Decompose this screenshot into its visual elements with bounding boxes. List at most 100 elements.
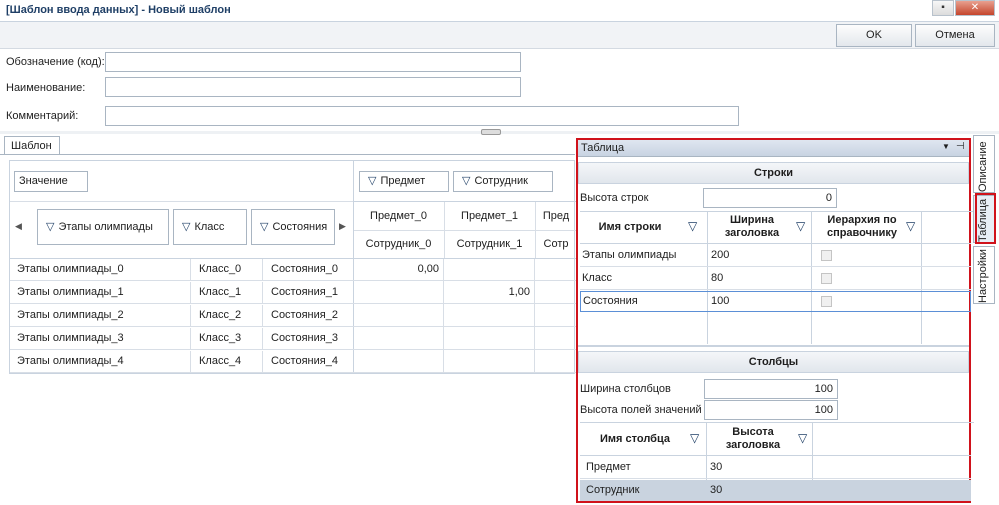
table-row[interactable]: Этапы олимпиады_0 Класс_0 Состояния_0 0,… xyxy=(10,259,576,281)
row-state: Состояния_2 xyxy=(262,305,354,327)
row-name: Этапы олимпиады xyxy=(582,249,677,261)
col-header: Сотр xyxy=(535,231,576,258)
row-height-input[interactable]: 0 xyxy=(703,188,837,208)
hierarchy-checkbox[interactable] xyxy=(821,296,832,307)
filter-icon[interactable]: ▽ xyxy=(688,219,697,233)
table-row[interactable]: Этапы олимпиады_3 Класс_3 Состояния_3 xyxy=(10,328,576,350)
divider xyxy=(443,259,444,373)
filter-icon[interactable]: ▽ xyxy=(906,219,915,233)
col-header: Имя строки xyxy=(598,221,662,233)
value-height-input[interactable]: 100 xyxy=(704,400,838,420)
filter-employee[interactable]: ▽ Сотрудник xyxy=(453,171,553,192)
table-row[interactable]: Класс 80 xyxy=(580,268,971,290)
filter-class[interactable]: ▽ Класс xyxy=(173,209,247,245)
cols-table: Имя столбца ▽ Высота заголовка ▽ Предмет… xyxy=(580,422,974,502)
row-state: Состояния_1 xyxy=(262,282,354,304)
row-stage: Этапы олимпиады_4 xyxy=(17,355,124,367)
filter-icon[interactable]: ▽ xyxy=(798,431,807,445)
table-row[interactable]: Предмет 30 xyxy=(580,457,971,479)
filter-icon[interactable]: ▽ xyxy=(690,431,699,445)
col-header: Высота заголовка xyxy=(725,426,781,451)
table-row[interactable]: Этапы олимпиады_1 Класс_1 Состояния_1 1,… xyxy=(10,282,576,304)
row-stage: Этапы олимпиады_1 xyxy=(17,286,124,298)
highlight-frame xyxy=(975,193,996,244)
name-input[interactable] xyxy=(105,77,521,97)
filter-label: Класс xyxy=(194,221,225,233)
side-tab-description[interactable]: Описание xyxy=(973,135,995,193)
col-header: Предмет_0 xyxy=(370,210,427,222)
pin-icon[interactable]: ⊣ xyxy=(956,141,965,152)
cancel-button[interactable]: Отмена xyxy=(915,24,995,47)
code-label: Обозначение (код): xyxy=(6,56,105,68)
row-stage: Этапы олимпиады_2 xyxy=(17,309,124,321)
row-class: Класс_2 xyxy=(190,305,262,327)
filter-icon: ▽ xyxy=(46,221,55,233)
value-cell[interactable]: 1,00 xyxy=(444,286,530,298)
filter-icon: ▽ xyxy=(462,175,471,187)
filter-label: Этапы олимпиады xyxy=(58,221,153,233)
row-state: Состояния_3 xyxy=(262,328,354,350)
filter-icon[interactable]: ▽ xyxy=(796,219,805,233)
panel-header: Таблица xyxy=(578,140,969,157)
columns-section: Столбцы xyxy=(578,351,969,373)
tab-divider xyxy=(0,154,575,155)
row-height-label: Высота строк xyxy=(580,192,649,204)
divider xyxy=(578,345,969,347)
col-height: 30 xyxy=(710,461,723,473)
filter-icon: ▽ xyxy=(368,175,377,187)
cols-table-header: Имя столбца ▽ Высота заголовка ▽ xyxy=(580,423,971,501)
row-class: Класс_4 xyxy=(190,351,262,373)
minimize-button[interactable]: ▪ xyxy=(932,0,954,16)
value-field[interactable]: Значение xyxy=(14,171,88,192)
row-class: Класс_1 xyxy=(190,282,262,304)
splitter-grip[interactable] xyxy=(481,129,501,135)
col-name: Предмет xyxy=(586,461,631,473)
col-header: Пред xyxy=(535,202,576,230)
rows-table-header: Имя строки ▽ Ширина заголовка ▽ Иерархия… xyxy=(580,212,971,344)
col-header: Имя столбца xyxy=(600,433,670,445)
code-input[interactable] xyxy=(105,52,521,72)
ok-button[interactable]: OK xyxy=(836,24,912,47)
col-header: Иерархия по справочнику xyxy=(826,214,898,239)
table-row-selected[interactable]: Состояния 100 xyxy=(580,291,971,312)
table-row[interactable]: Этапы олимпиады_4 Класс_4 Состояния_4 xyxy=(10,351,576,373)
filter-stages[interactable]: ▽ Этапы олимпиады xyxy=(37,209,169,245)
divider xyxy=(10,201,354,202)
row-state: Состояния_4 xyxy=(262,351,354,373)
scroll-right-icon[interactable]: ▶ xyxy=(339,221,346,232)
table-row[interactable]: Этапы олимпиады 200 xyxy=(580,245,971,267)
side-tab-settings[interactable]: Настройки xyxy=(973,246,995,304)
value-height-label: Высота полей значений xyxy=(580,404,702,416)
window-title: [Шаблон ввода данных] - Новый шаблон xyxy=(6,4,231,16)
row-name: Состояния xyxy=(583,295,638,307)
row-name: Класс xyxy=(582,272,612,284)
col-header: Ширина заголовка xyxy=(724,214,780,239)
row-class: Класс_0 xyxy=(190,259,262,281)
comment-input[interactable] xyxy=(105,106,739,126)
side-tab-label: Настройки xyxy=(977,249,989,303)
row-width: 200 xyxy=(711,249,730,261)
col-width-label: Ширина столбцов xyxy=(580,383,671,395)
tab-template[interactable]: Шаблон xyxy=(4,136,60,155)
col-header: Сотрудник_1 xyxy=(444,231,534,258)
col-width-input[interactable]: 100 xyxy=(704,379,838,399)
table-row-selected[interactable]: Сотрудник 30 xyxy=(580,480,971,501)
col-header: Предмет_1 xyxy=(444,202,534,230)
filter-label: Состояния xyxy=(272,221,328,233)
pivot-grid: Значение ▽ Предмет ▽ Сотрудник ◀ ▽ Этапы ол… xyxy=(9,160,576,374)
row-state: Состояния_0 xyxy=(262,259,354,281)
value-cell[interactable]: 0,00 xyxy=(354,263,439,275)
filter-state[interactable]: ▽ Состояния xyxy=(251,209,335,245)
filter-icon: ▽ xyxy=(182,221,191,233)
hierarchy-checkbox[interactable] xyxy=(821,250,832,261)
row-width: 100 xyxy=(711,295,730,307)
table-row[interactable]: Этапы олимпиады_2 Класс_2 Состояния_2 xyxy=(10,305,576,327)
hierarchy-checkbox[interactable] xyxy=(821,273,832,284)
filter-subject[interactable]: ▽ Предмет xyxy=(359,171,449,192)
panel-title: Таблица xyxy=(581,142,625,154)
close-window-button[interactable]: ✕ xyxy=(955,0,995,16)
divider xyxy=(534,259,535,373)
panel-menu-icon[interactable]: ▼ xyxy=(942,142,950,151)
scroll-left-icon[interactable]: ◀ xyxy=(15,221,22,232)
col-name: Сотрудник xyxy=(586,484,640,496)
